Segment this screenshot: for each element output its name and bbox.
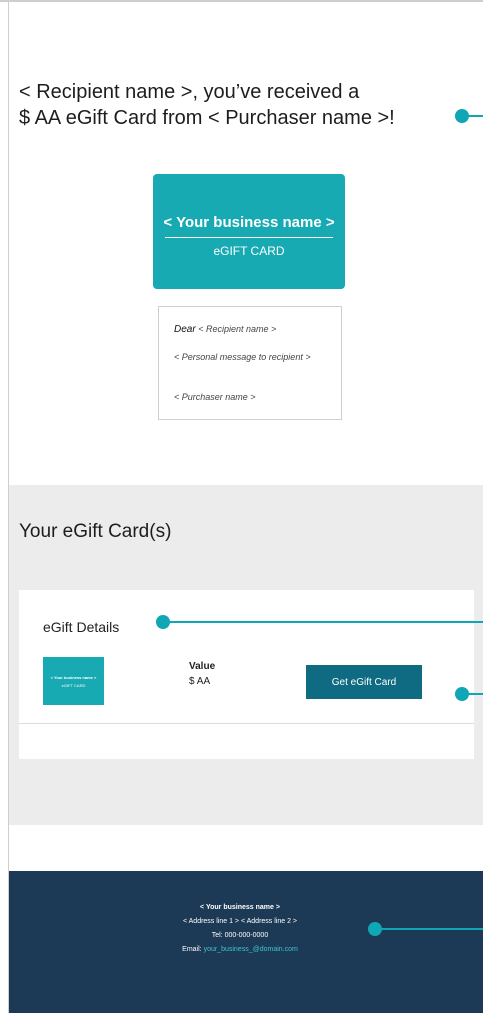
recipient-name: < Recipient name >: [198, 324, 277, 334]
value-label: Value: [189, 661, 216, 672]
headline-line-2: $ AA eGift Card from < Purchaser name >!: [19, 107, 395, 129]
footer-business-name: < Your business name >: [200, 904, 280, 911]
thumbnail-card-type: eGIFT CARD: [61, 683, 86, 688]
dear-word: Dear: [174, 324, 196, 335]
egift-card-thumbnail: < Your business name > eGIFT CARD: [43, 657, 104, 705]
annotation-line-headline: [467, 115, 483, 117]
annotation-line-details: [168, 621, 483, 623]
headline-line-1: < Recipient name >, you’ve received a: [19, 81, 360, 103]
message-greeting: Dear < Recipient name >: [174, 324, 276, 335]
details-title: eGift Details: [43, 619, 120, 635]
footer-email-label: Email:: [182, 946, 204, 953]
footer: [9, 871, 483, 1013]
card-divider: [165, 237, 333, 238]
footer-address: < Address line 1 > < Address line 2 >: [182, 918, 298, 925]
frame-top-border: [0, 0, 483, 2]
annotation-line-footer: [380, 928, 483, 930]
thumbnail-business-name: < Your business name >: [50, 675, 97, 680]
footer-email: Email: your_business_@domain.com: [120, 946, 360, 953]
headline: < Recipient name >, you’ve received a $ …: [19, 79, 459, 131]
egift-card-preview: < Your business name > eGIFT CARD: [153, 174, 345, 289]
value-amount: $ AA: [189, 676, 211, 687]
purchaser-name: < Purchaser name >: [174, 392, 256, 402]
details-divider: [19, 723, 474, 724]
get-egift-card-button[interactable]: Get eGift Card: [306, 665, 422, 699]
personal-message-box: Dear < Recipient name > < Personal messa…: [158, 306, 342, 420]
footer-tel: Tel: 000-000-0000: [211, 932, 269, 939]
annotation-line-button: [467, 693, 483, 695]
card-type-label: eGIFT CARD: [213, 244, 285, 258]
card-business-name: < Your business name >: [163, 214, 335, 231]
footer-email-link[interactable]: your_business_@domain.com: [204, 946, 298, 953]
section-title: Your eGift Card(s): [19, 521, 172, 542]
personal-message-text: < Personal message to recipient >: [174, 352, 311, 362]
